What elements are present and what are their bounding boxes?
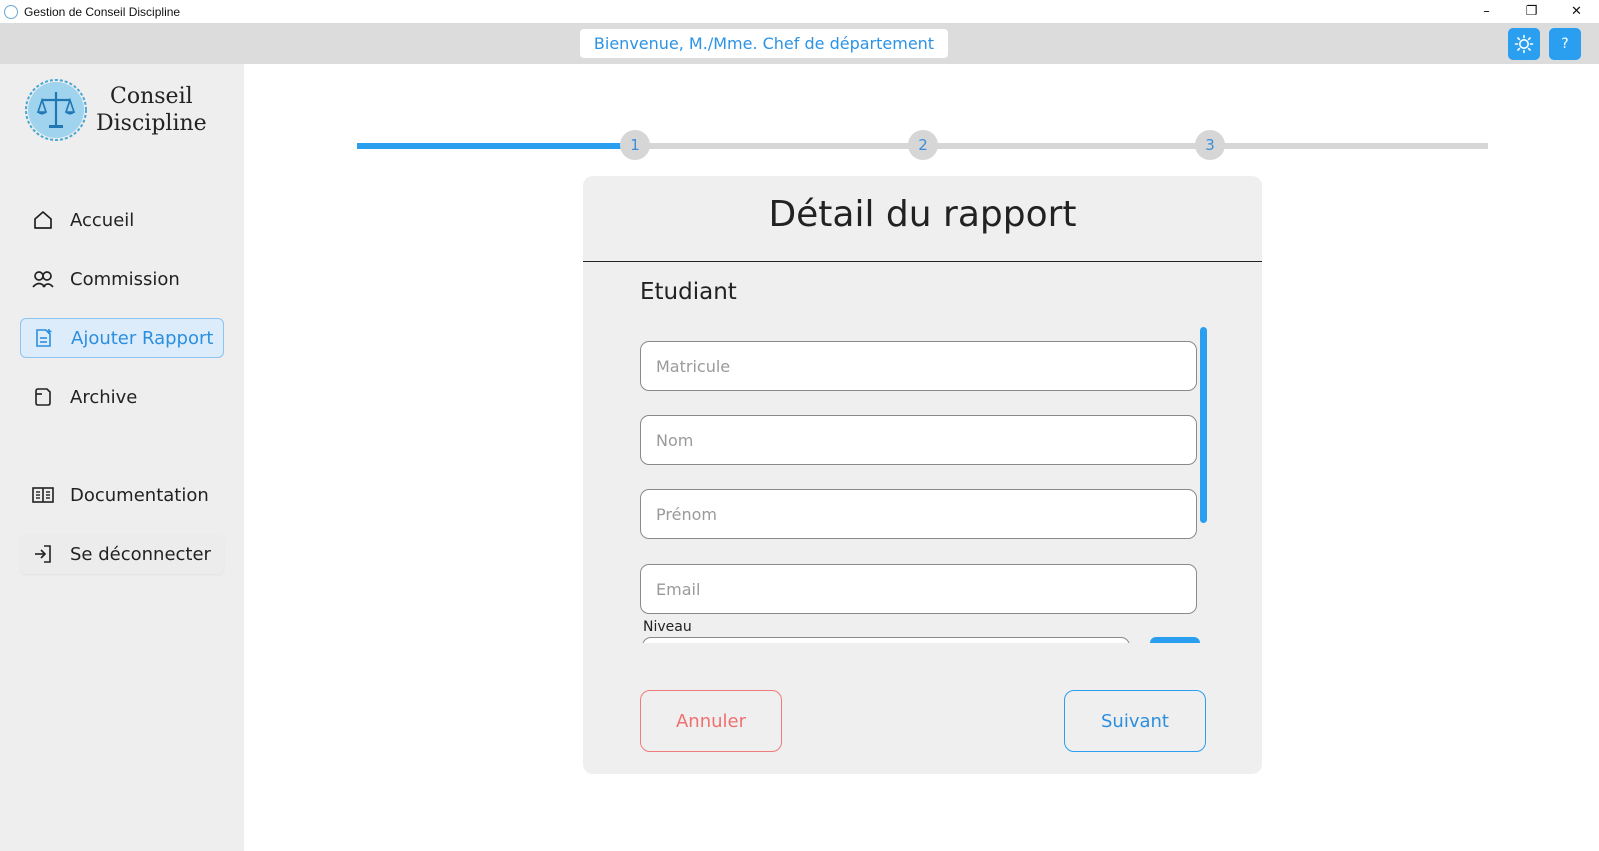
window-title: Gestion de Conseil Discipline [24, 4, 181, 19]
sidebar-item-se-deconnecter[interactable]: Se déconnecter [20, 534, 224, 574]
sidebar-item-ajouter-rapport[interactable]: Ajouter Rapport [20, 318, 224, 358]
email-input[interactable] [640, 564, 1197, 614]
window-controls: – ❐ ✕ [1464, 0, 1599, 23]
cancel-button[interactable]: Annuler [640, 690, 782, 752]
sidebar-item-label: Ajouter Rapport [71, 327, 214, 349]
logo: Conseil Discipline [24, 78, 207, 142]
step-2: 2 [908, 130, 938, 160]
book-icon [30, 482, 56, 508]
step-1: 1 [620, 130, 650, 160]
progress-stepper: 1 2 3 [357, 128, 1488, 162]
logout-icon [30, 541, 56, 567]
sidebar-item-label: Archive [70, 386, 138, 408]
logo-text: Conseil Discipline [96, 83, 207, 137]
sidebar-item-label: Documentation [70, 484, 209, 506]
step-3: 3 [1195, 130, 1225, 160]
minimize-button[interactable]: – [1464, 0, 1509, 23]
sidebar-item-accueil[interactable]: Accueil [20, 200, 224, 240]
sidebar-item-label: Accueil [70, 209, 135, 231]
app-icon [4, 4, 18, 19]
sidebar-item-documentation[interactable]: Documentation [20, 475, 224, 515]
title-divider [583, 261, 1262, 262]
form-scrollbar[interactable] [1200, 327, 1207, 523]
nom-input[interactable] [640, 415, 1197, 465]
sidebar-item-commission[interactable]: Commission [20, 259, 224, 299]
home-icon [30, 207, 56, 233]
archive-icon [30, 384, 56, 410]
app-header: Bienvenue, M./Mme. Chef de département ? [0, 23, 1599, 64]
niveau-label: Niveau [643, 619, 692, 635]
logo-line-1: Conseil [110, 84, 193, 109]
report-form-card: Détail du rapport Etudiant Niveau Annule… [583, 176, 1262, 774]
add-report-icon [31, 325, 57, 351]
help-button[interactable]: ? [1549, 28, 1581, 60]
stepper-progress [357, 143, 635, 149]
niveau-add-button[interactable] [1150, 637, 1200, 643]
matricule-input[interactable] [640, 341, 1197, 391]
sidebar-item-archive[interactable]: Archive [20, 377, 224, 417]
niveau-select[interactable] [642, 637, 1130, 643]
sidebar-item-label: Se déconnecter [70, 543, 211, 565]
maximize-button[interactable]: ❐ [1509, 0, 1554, 23]
users-icon [30, 266, 56, 292]
scales-of-justice-icon [25, 79, 87, 141]
logo-line-2: Discipline [96, 111, 207, 136]
welcome-banner: Bienvenue, M./Mme. Chef de département [580, 29, 948, 58]
window-titlebar: Gestion de Conseil Discipline – ❐ ✕ [0, 0, 1599, 23]
sidebar: Conseil Discipline Accueil Commission Aj… [0, 64, 244, 851]
prenom-input[interactable] [640, 489, 1197, 539]
close-button[interactable]: ✕ [1554, 0, 1599, 23]
theme-toggle-button[interactable] [1508, 28, 1540, 60]
section-title: Etudiant [640, 279, 737, 305]
sidebar-item-label: Commission [70, 268, 180, 290]
next-button[interactable]: Suivant [1064, 690, 1206, 752]
niveau-row [640, 637, 1200, 643]
form-title: Détail du rapport [768, 194, 1077, 235]
sun-icon [1514, 34, 1534, 54]
